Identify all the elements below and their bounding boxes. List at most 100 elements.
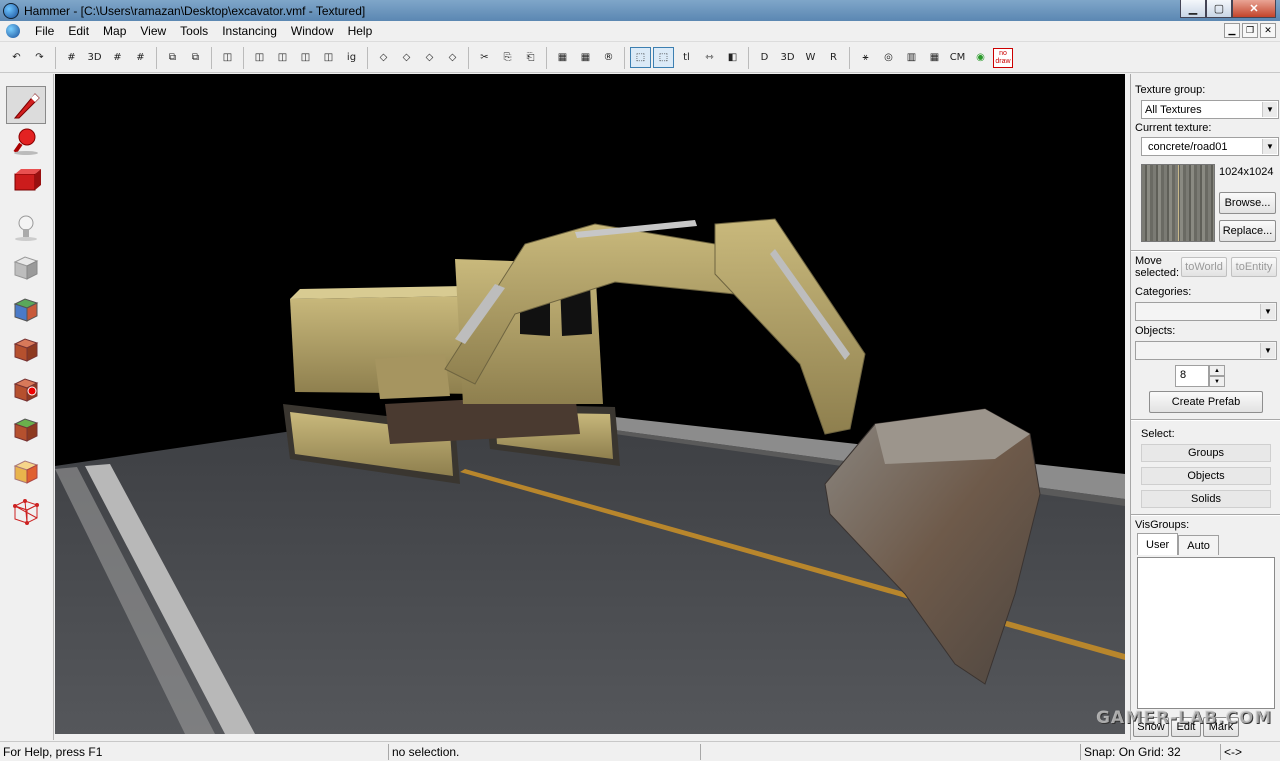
2d-view-icon[interactable]: D	[754, 47, 775, 68]
doc-close-button[interactable]: ✕	[1260, 23, 1276, 38]
cordon-icon[interactable]: ◇	[373, 47, 394, 68]
ungroup-icon[interactable]: ⧉	[185, 47, 206, 68]
undo-icon[interactable]: ↶	[6, 47, 27, 68]
render-view-icon[interactable]: R	[823, 47, 844, 68]
move-to-world-icon[interactable]: ◫	[318, 47, 339, 68]
excavator-scene	[55, 218, 1125, 734]
selection-tool-button[interactable]	[6, 86, 46, 124]
light-bulb-icon	[15, 215, 37, 241]
toolbar-separator	[243, 46, 244, 69]
menu-map[interactable]: Map	[96, 24, 133, 38]
make-hollow-icon[interactable]: ◫	[272, 47, 293, 68]
doc-minimize-button[interactable]: ▁	[1224, 23, 1240, 38]
select-groups-button[interactable]: Groups	[1141, 444, 1271, 462]
texture-preview[interactable]	[1141, 164, 1215, 242]
toolbar-separator	[546, 46, 547, 69]
replace-button[interactable]: Replace...	[1219, 220, 1276, 242]
create-prefab-button[interactable]: Create Prefab	[1149, 391, 1263, 413]
toggle-decals-icon[interactable]: ◧	[722, 47, 743, 68]
object-count-value[interactable]: 8	[1175, 365, 1209, 387]
toggle-models-icon[interactable]: ▦	[575, 47, 596, 68]
autosize-icon[interactable]: ◇	[442, 47, 463, 68]
categories-label: Categories:	[1135, 286, 1192, 298]
decal-tool-button[interactable]	[6, 370, 46, 408]
smaller-grid-icon[interactable]: #	[107, 47, 128, 68]
select-by-handles-icon[interactable]: ⬚	[653, 47, 674, 68]
texture-application-tool-button[interactable]	[6, 290, 46, 328]
help-status: For Help, press F1	[3, 745, 103, 759]
snap-status: Snap: On Grid: 32	[1080, 744, 1220, 760]
toggle-helpers-icon[interactable]: ▦	[552, 47, 573, 68]
block-tool-button[interactable]	[6, 248, 46, 286]
map-properties-icon[interactable]: ▥	[901, 47, 922, 68]
3d-textured-viewport[interactable]	[55, 74, 1125, 734]
texture-lock-toggle-icon[interactable]: tl	[676, 47, 697, 68]
toggle-3d-grid-icon[interactable]: 3D	[84, 47, 105, 68]
menu-help[interactable]: Help	[341, 24, 380, 38]
to-world-button[interactable]: toWorld	[1181, 257, 1227, 277]
tab-user[interactable]: User	[1137, 533, 1179, 555]
select-solids-button[interactable]: Solids	[1141, 490, 1271, 508]
right-panel: Texture group: All Textures ▼ Current te…	[1130, 74, 1280, 740]
menu-window[interactable]: Window	[284, 24, 341, 38]
document-icon[interactable]	[6, 24, 20, 38]
object-count-stepper[interactable]: 8 ▲ ▼	[1175, 365, 1227, 387]
objects-select[interactable]: ▼	[1135, 341, 1277, 360]
visgroups-list[interactable]	[1137, 557, 1275, 709]
magnify-tool-button[interactable]	[6, 122, 46, 160]
menu-instancing[interactable]: Instancing	[215, 24, 284, 38]
vertex-tool-button[interactable]	[6, 492, 46, 530]
doc-restore-button[interactable]: ❐	[1242, 23, 1258, 38]
autosize-textures-icon[interactable]: ⇿	[699, 47, 720, 68]
toggle-grid-icon[interactable]: #	[61, 47, 82, 68]
watermark-logo: GAMER-LAB.COM	[1095, 708, 1272, 728]
nodraw-icon[interactable]: no draw	[993, 47, 1013, 68]
larger-grid-icon[interactable]: #	[130, 47, 151, 68]
texture-scale-lock-icon[interactable]: ◇	[419, 47, 440, 68]
toolbar-separator	[156, 46, 157, 69]
cubemap-icon[interactable]: CM	[947, 47, 968, 68]
check-problems-icon[interactable]: ◎	[878, 47, 899, 68]
menu-file[interactable]: File	[28, 24, 61, 38]
camera-tool-button[interactable]	[6, 162, 46, 200]
visgroups-label: VisGroups:	[1135, 519, 1190, 531]
paste-icon[interactable]: ⎗	[520, 47, 541, 68]
status-empty-cell	[700, 744, 1080, 760]
stepper-up-icon[interactable]: ▲	[1209, 365, 1225, 376]
group-icon[interactable]: ⧉	[162, 47, 183, 68]
tie-to-entity-icon[interactable]: ◫	[295, 47, 316, 68]
overlay-tool-button[interactable]	[6, 410, 46, 448]
hide-selected-icon[interactable]: ◫	[217, 47, 238, 68]
cut-icon[interactable]: ✂	[474, 47, 495, 68]
hammer-app-icon[interactable]	[3, 2, 19, 19]
close-button[interactable]: ✕	[1232, 0, 1276, 18]
run-map-icon[interactable]: ®	[598, 47, 619, 68]
texture-group-select[interactable]: All Textures ▼	[1141, 100, 1279, 119]
wireframe-view-icon[interactable]: W	[800, 47, 821, 68]
copy-icon[interactable]: ⎘	[497, 47, 518, 68]
to-entity-button[interactable]: toEntity	[1231, 257, 1277, 277]
categories-select[interactable]: ▼	[1135, 302, 1277, 321]
texture-lock-icon[interactable]: ◇	[396, 47, 417, 68]
menu-view[interactable]: View	[133, 24, 173, 38]
menu-edit[interactable]: Edit	[61, 24, 96, 38]
entity-report-icon[interactable]: ⚹	[855, 47, 876, 68]
entity-tool-button[interactable]	[6, 208, 46, 246]
menu-tools[interactable]: Tools	[173, 24, 215, 38]
3d-view-icon[interactable]: 3D	[777, 47, 798, 68]
green-leaf-icon[interactable]: ◉	[970, 47, 991, 68]
tab-auto[interactable]: Auto	[1178, 535, 1219, 555]
select-objects-icon[interactable]: ⬚	[630, 47, 651, 68]
carve-icon[interactable]: ◫	[249, 47, 270, 68]
show-visgroups-icon[interactable]: ▦	[924, 47, 945, 68]
browse-button[interactable]: Browse...	[1219, 192, 1276, 214]
current-texture-select[interactable]: concrete/road01 ▼	[1141, 137, 1279, 156]
stepper-down-icon[interactable]: ▼	[1209, 376, 1225, 387]
maximize-button[interactable]: ▢	[1206, 0, 1232, 18]
select-objects-button[interactable]: Objects	[1141, 467, 1271, 485]
apply-current-texture-tool-button[interactable]	[6, 330, 46, 368]
clipping-tool-button[interactable]	[6, 452, 46, 490]
ignore-groups-icon[interactable]: ig	[341, 47, 362, 68]
redo-icon[interactable]: ↷	[29, 47, 50, 68]
minimize-button[interactable]: ▁	[1180, 0, 1206, 18]
